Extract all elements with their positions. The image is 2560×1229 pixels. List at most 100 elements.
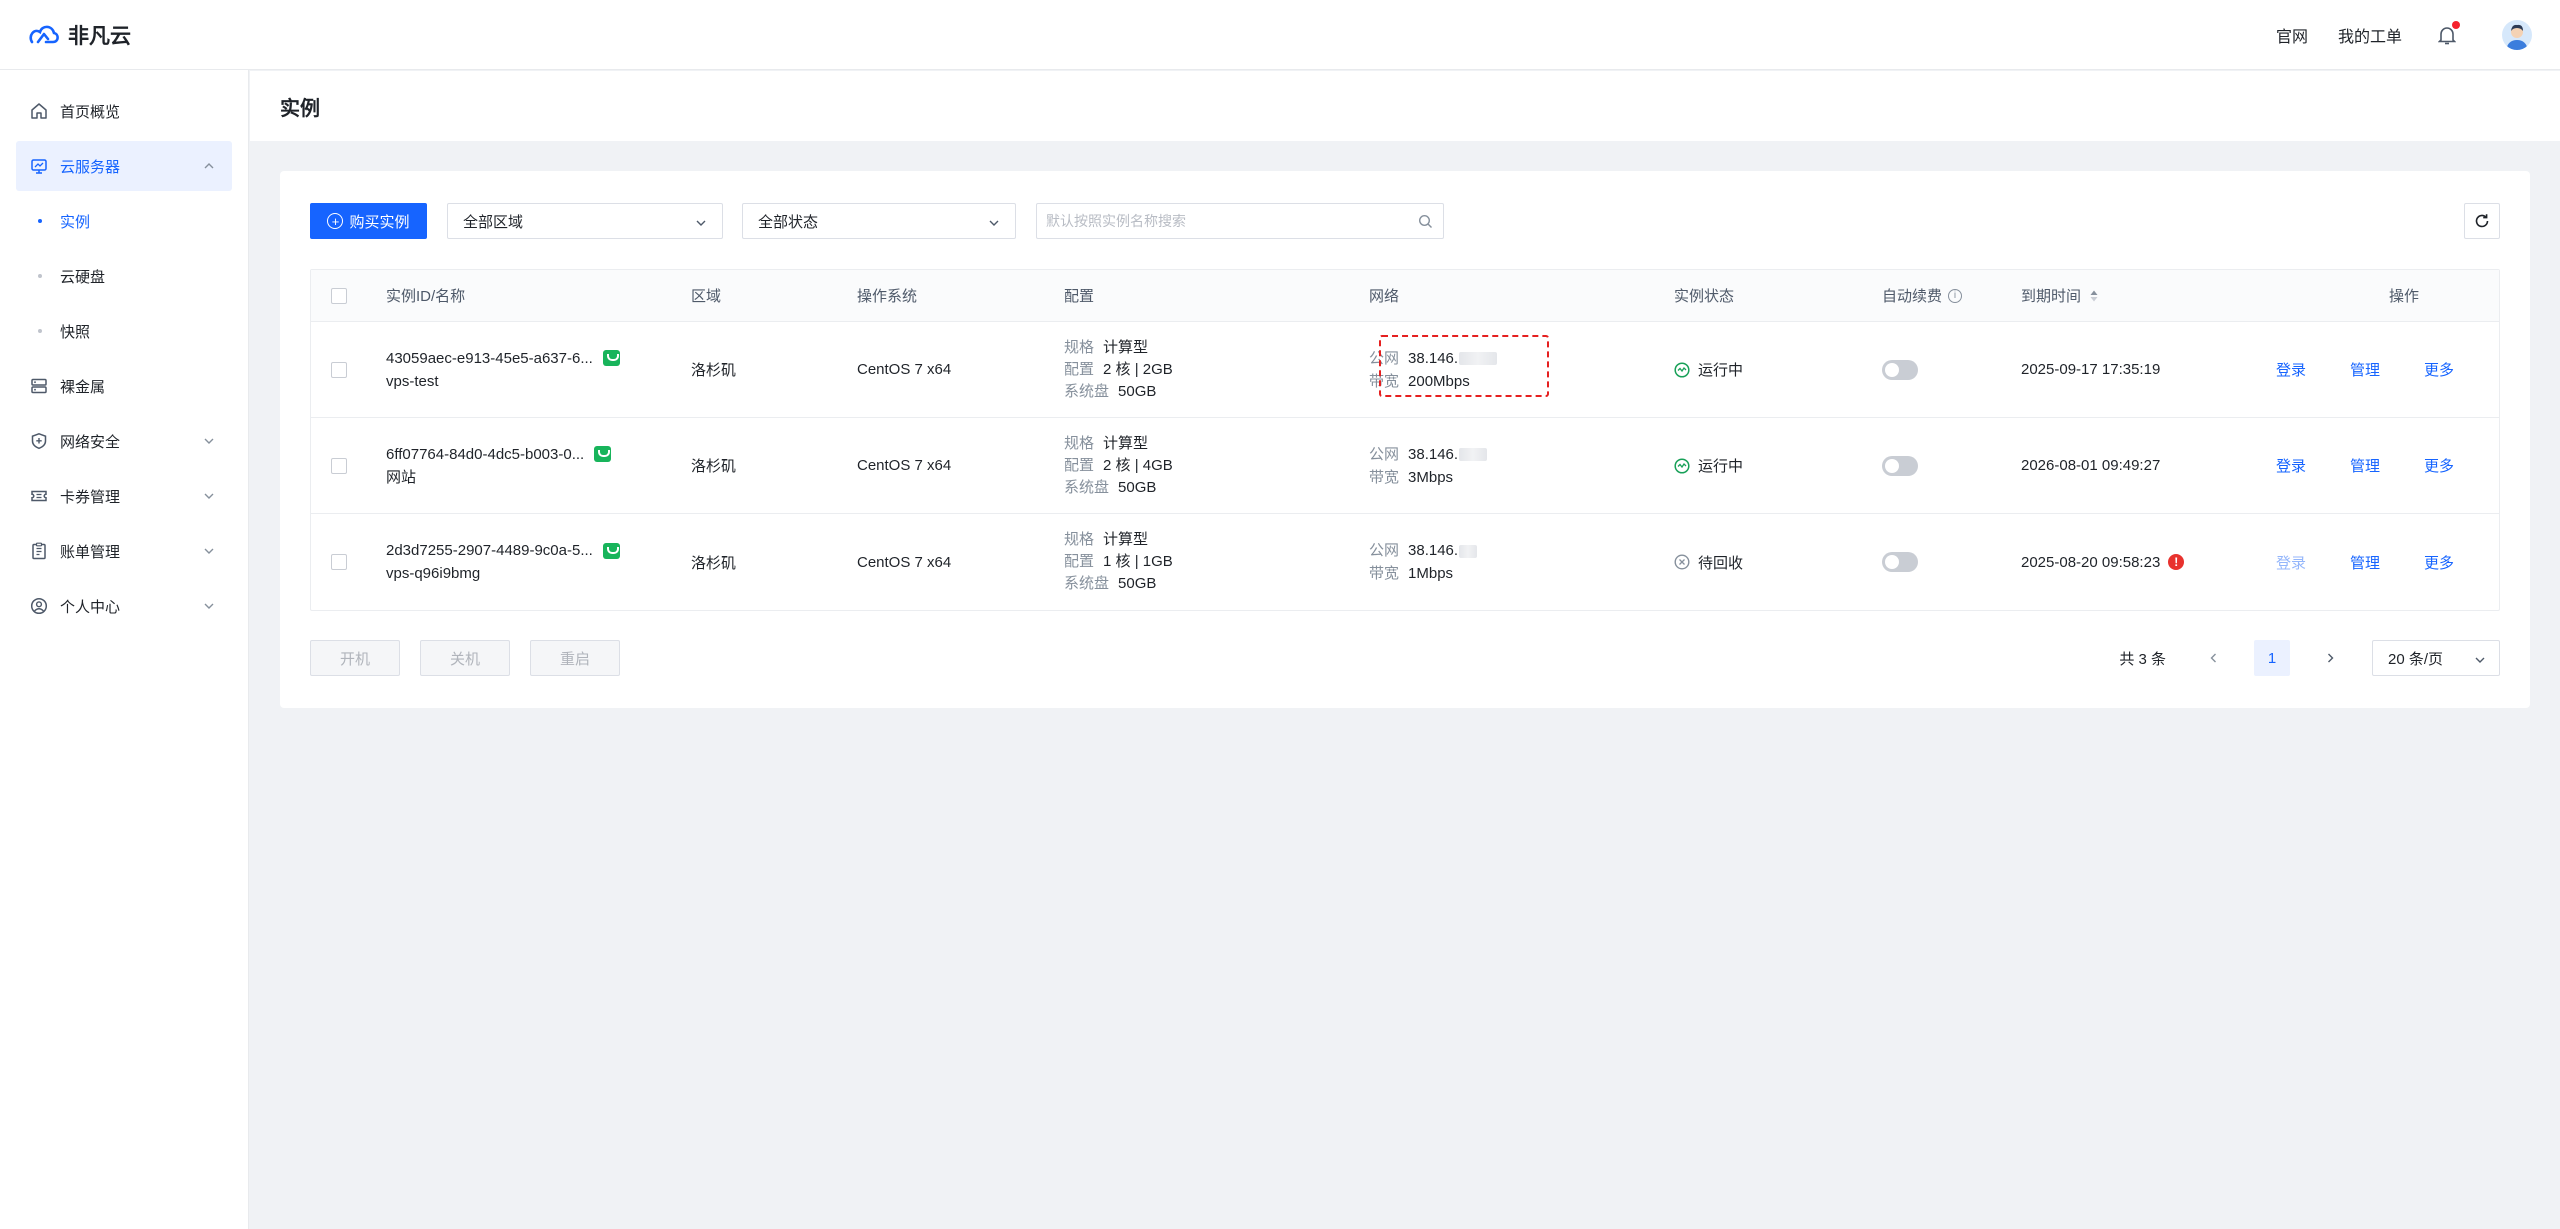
sidebar-item-snapshot[interactable]: 快照 <box>16 306 232 356</box>
instance-id-cell: 6ff07764-84d0-4dc5-b003-0... 网站 <box>386 418 612 513</box>
sidebar-item-label: 个人中心 <box>60 598 121 616</box>
disk-value: 50GB <box>1118 382 1157 400</box>
more-link[interactable]: 更多 <box>2424 552 2454 573</box>
auto-renew-cell <box>1882 514 1918 610</box>
brand-logo[interactable]: 非凡云 <box>28 20 131 50</box>
my-tickets-link[interactable]: 我的工单 <box>2338 23 2402 47</box>
auto-renew-toggle[interactable] <box>1882 455 1918 476</box>
instance-id[interactable]: 6ff07764-84d0-4dc5-b003-0... <box>386 443 584 466</box>
column-header-config: 配置 <box>1064 288 1095 305</box>
status-select[interactable]: 全部状态 <box>742 203 1016 239</box>
bandwidth-label: 带宽 <box>1369 565 1400 582</box>
instance-id[interactable]: 2d3d7255-2907-4489-9c0a-5... <box>386 539 593 562</box>
expire-header-label: 到期时间 <box>2021 288 2082 305</box>
column-header-expire[interactable]: 到期时间 <box>2021 270 2099 321</box>
search-input[interactable] <box>1046 213 1406 229</box>
power-on-button[interactable]: 开机 <box>310 640 400 676</box>
ip-mask <box>1459 448 1488 462</box>
shield-icon <box>30 432 48 450</box>
sidebar-item-cloud-disk[interactable]: 云硬盘 <box>16 251 232 301</box>
expire-cell: 2026-08-01 09:49:27 <box>2021 457 2161 474</box>
manage-link[interactable]: 管理 <box>2350 455 2380 476</box>
sidebar-item-label: 首页概览 <box>60 103 121 121</box>
restart-button[interactable]: 重启 <box>530 640 620 676</box>
user-avatar-icon <box>2506 24 2528 50</box>
instance-name: 网站 <box>386 468 417 486</box>
status-text: 运行中 <box>1698 458 1744 475</box>
column-header-network: 网络 <box>1369 288 1400 305</box>
manage-link[interactable]: 管理 <box>2350 359 2380 380</box>
auto-renew-toggle[interactable] <box>1882 552 1918 572</box>
sidebar-item-billing[interactable]: 账单管理 <box>16 526 232 576</box>
column-header-status: 实例状态 <box>1674 288 1735 305</box>
ip-mask <box>1459 544 1478 558</box>
brand-logo-icon <box>29 25 59 43</box>
warning-icon[interactable]: ! <box>2168 554 2185 570</box>
table-header: 实例ID/名称 区域 操作系统 配置 网络 实例状态 自动续费 i 到期时间 操… <box>311 270 2499 322</box>
row-checkbox[interactable] <box>331 554 347 570</box>
status-cell: 运行中 <box>1674 418 1743 513</box>
sidebar-item-label: 云服务器 <box>60 158 121 176</box>
sidebar-item-profile[interactable]: 个人中心 <box>16 581 232 631</box>
instance-id[interactable]: 43059aec-e913-45e5-a637-6... <box>386 347 593 370</box>
status-text: 运行中 <box>1698 362 1744 379</box>
buy-instance-button[interactable]: + 购买实例 <box>310 203 427 239</box>
next-page-button[interactable] <box>2318 652 2342 664</box>
more-link[interactable]: 更多 <box>2424 359 2454 380</box>
sidebar-item-coupons[interactable]: 卡券管理 <box>16 471 232 521</box>
region-cell: 洛杉矶 <box>691 554 737 572</box>
sidebar-item-label: 实例 <box>60 213 91 231</box>
chevron-down-icon <box>2475 657 2485 663</box>
conf-label: 配置 <box>1064 456 1095 474</box>
page-size-select[interactable]: 20 条/页 <box>2372 640 2500 676</box>
manage-link[interactable]: 管理 <box>2350 552 2380 573</box>
sidebar-item-bare-metal[interactable]: 裸金属 <box>16 361 232 411</box>
pagination: 共 3 条 1 20 条/页 <box>2119 640 2500 676</box>
power-off-button[interactable]: 关机 <box>420 640 510 676</box>
chevron-left-icon <box>2210 653 2216 663</box>
chevron-down-icon <box>204 548 214 554</box>
disk-label: 系统盘 <box>1064 575 1110 592</box>
refresh-button[interactable] <box>2464 203 2500 239</box>
chevron-down-icon <box>204 603 214 609</box>
region-select-value: 全部区域 <box>463 213 524 231</box>
conf-value: 2 核 | 4GB <box>1103 456 1173 474</box>
status-cell: 运行中 <box>1674 322 1743 417</box>
row-checkbox[interactable] <box>331 361 347 378</box>
official-site-link[interactable]: 官网 <box>2276 23 2308 47</box>
ip-label: 公网 <box>1369 445 1400 463</box>
page-header: 实例 <box>250 71 2560 141</box>
auto-renew-toggle[interactable] <box>1882 359 1918 380</box>
disk-label: 系统盘 <box>1064 478 1110 496</box>
row-checkbox[interactable] <box>331 457 347 474</box>
config-cell: 规格 计算型 配置 2 核 | 2GB 系统盘 50GB <box>1064 322 1173 417</box>
avatar[interactable] <box>2502 20 2532 50</box>
search-icon[interactable] <box>1418 214 1433 229</box>
instance-id-cell: 43059aec-e913-45e5-a637-6... vps-test <box>386 322 620 417</box>
prev-page-button[interactable] <box>2202 652 2226 664</box>
bandwidth-label: 带宽 <box>1369 372 1400 390</box>
refresh-icon <box>2475 214 2489 228</box>
instance-name: vps-q96i9bmg <box>386 565 481 582</box>
ops-cell: 登录 管理 更多 <box>2276 418 2498 513</box>
login-link[interactable]: 登录 <box>2276 455 2306 476</box>
ip-value[interactable]: 38.146. <box>1408 350 1458 367</box>
plus-circle-icon: + <box>327 213 344 229</box>
conf-label: 配置 <box>1064 553 1095 570</box>
info-icon[interactable]: i <box>1948 288 1963 303</box>
sidebar-item-network-security[interactable]: 网络安全 <box>16 416 232 466</box>
page-number[interactable]: 1 <box>2254 640 2290 676</box>
login-link[interactable]: 登录 <box>2276 359 2306 380</box>
select-all-checkbox[interactable] <box>331 287 347 304</box>
ip-value[interactable]: 38.146. <box>1408 446 1458 463</box>
more-link[interactable]: 更多 <box>2424 455 2454 476</box>
notification-bell[interactable] <box>2432 20 2462 50</box>
sort-icon[interactable] <box>2089 289 2099 303</box>
sidebar-item-home[interactable]: 首页概览 <box>16 86 232 136</box>
ip-value[interactable]: 38.146. <box>1408 542 1458 559</box>
sidebar-item-label: 快照 <box>60 323 91 341</box>
region-select[interactable]: 全部区域 <box>447 203 723 239</box>
chevron-down-icon <box>989 220 999 226</box>
sidebar-item-cloud-server[interactable]: 云服务器 <box>16 141 232 191</box>
sidebar-item-instances[interactable]: 实例 <box>16 196 232 246</box>
